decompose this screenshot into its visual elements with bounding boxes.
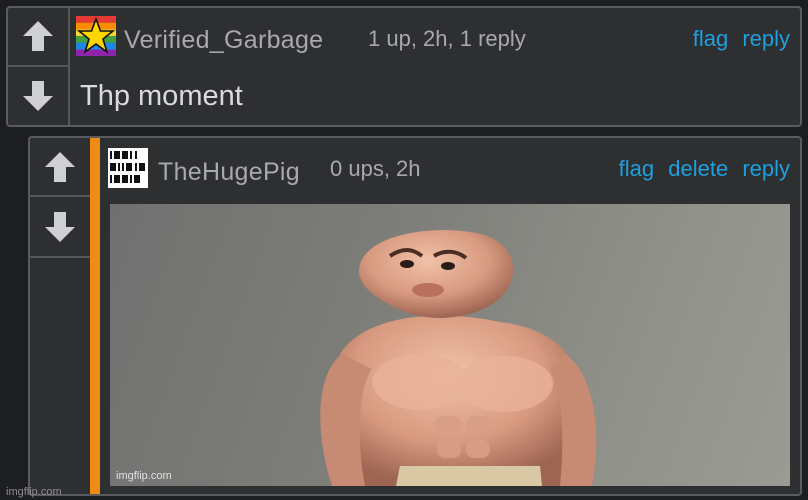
vote-column [30, 138, 92, 258]
flag-link[interactable]: flag [619, 156, 654, 181]
comment-username[interactable]: TheHugePig [158, 158, 300, 187]
comment-meta: 0 ups, 2h [330, 156, 421, 181]
footer-watermark: imgflip.com [6, 486, 62, 498]
downvote-button[interactable] [8, 67, 68, 126]
comment-username[interactable]: Verified_Garbage [124, 26, 323, 55]
image-watermark: imgflip.com [116, 470, 172, 482]
arrow-down-icon [45, 211, 75, 242]
rainbow-star-icon [76, 16, 116, 56]
vote-column [8, 8, 70, 125]
comment: Verified_Garbage 1 up, 2h, 1 reply flag … [6, 6, 802, 127]
upvote-button[interactable] [8, 8, 68, 67]
reply-link[interactable]: reply [742, 26, 790, 51]
flag-link[interactable]: flag [693, 26, 728, 51]
reply-link[interactable]: reply [742, 156, 790, 181]
comment-actions: flag reply [685, 26, 790, 52]
upvote-button[interactable] [30, 138, 90, 197]
arrow-up-icon [45, 151, 75, 182]
muscular-pig-figure [320, 230, 597, 486]
comment-reply: TheHugePig 0 ups, 2h flag delete reply i… [28, 136, 802, 496]
meme-image[interactable]: imgflip.com [110, 204, 790, 486]
delete-link[interactable]: delete [668, 156, 728, 181]
comment-actions: flag delete reply [611, 156, 790, 182]
arrow-down-icon [23, 80, 53, 111]
binary-pattern-icon [108, 148, 148, 188]
downvote-button[interactable] [30, 197, 90, 256]
comment-text: Thp moment [80, 80, 243, 112]
arrow-up-icon [23, 21, 53, 52]
reply-accent-bar [90, 138, 100, 494]
comment-meta: 1 up, 2h, 1 reply [368, 26, 526, 51]
